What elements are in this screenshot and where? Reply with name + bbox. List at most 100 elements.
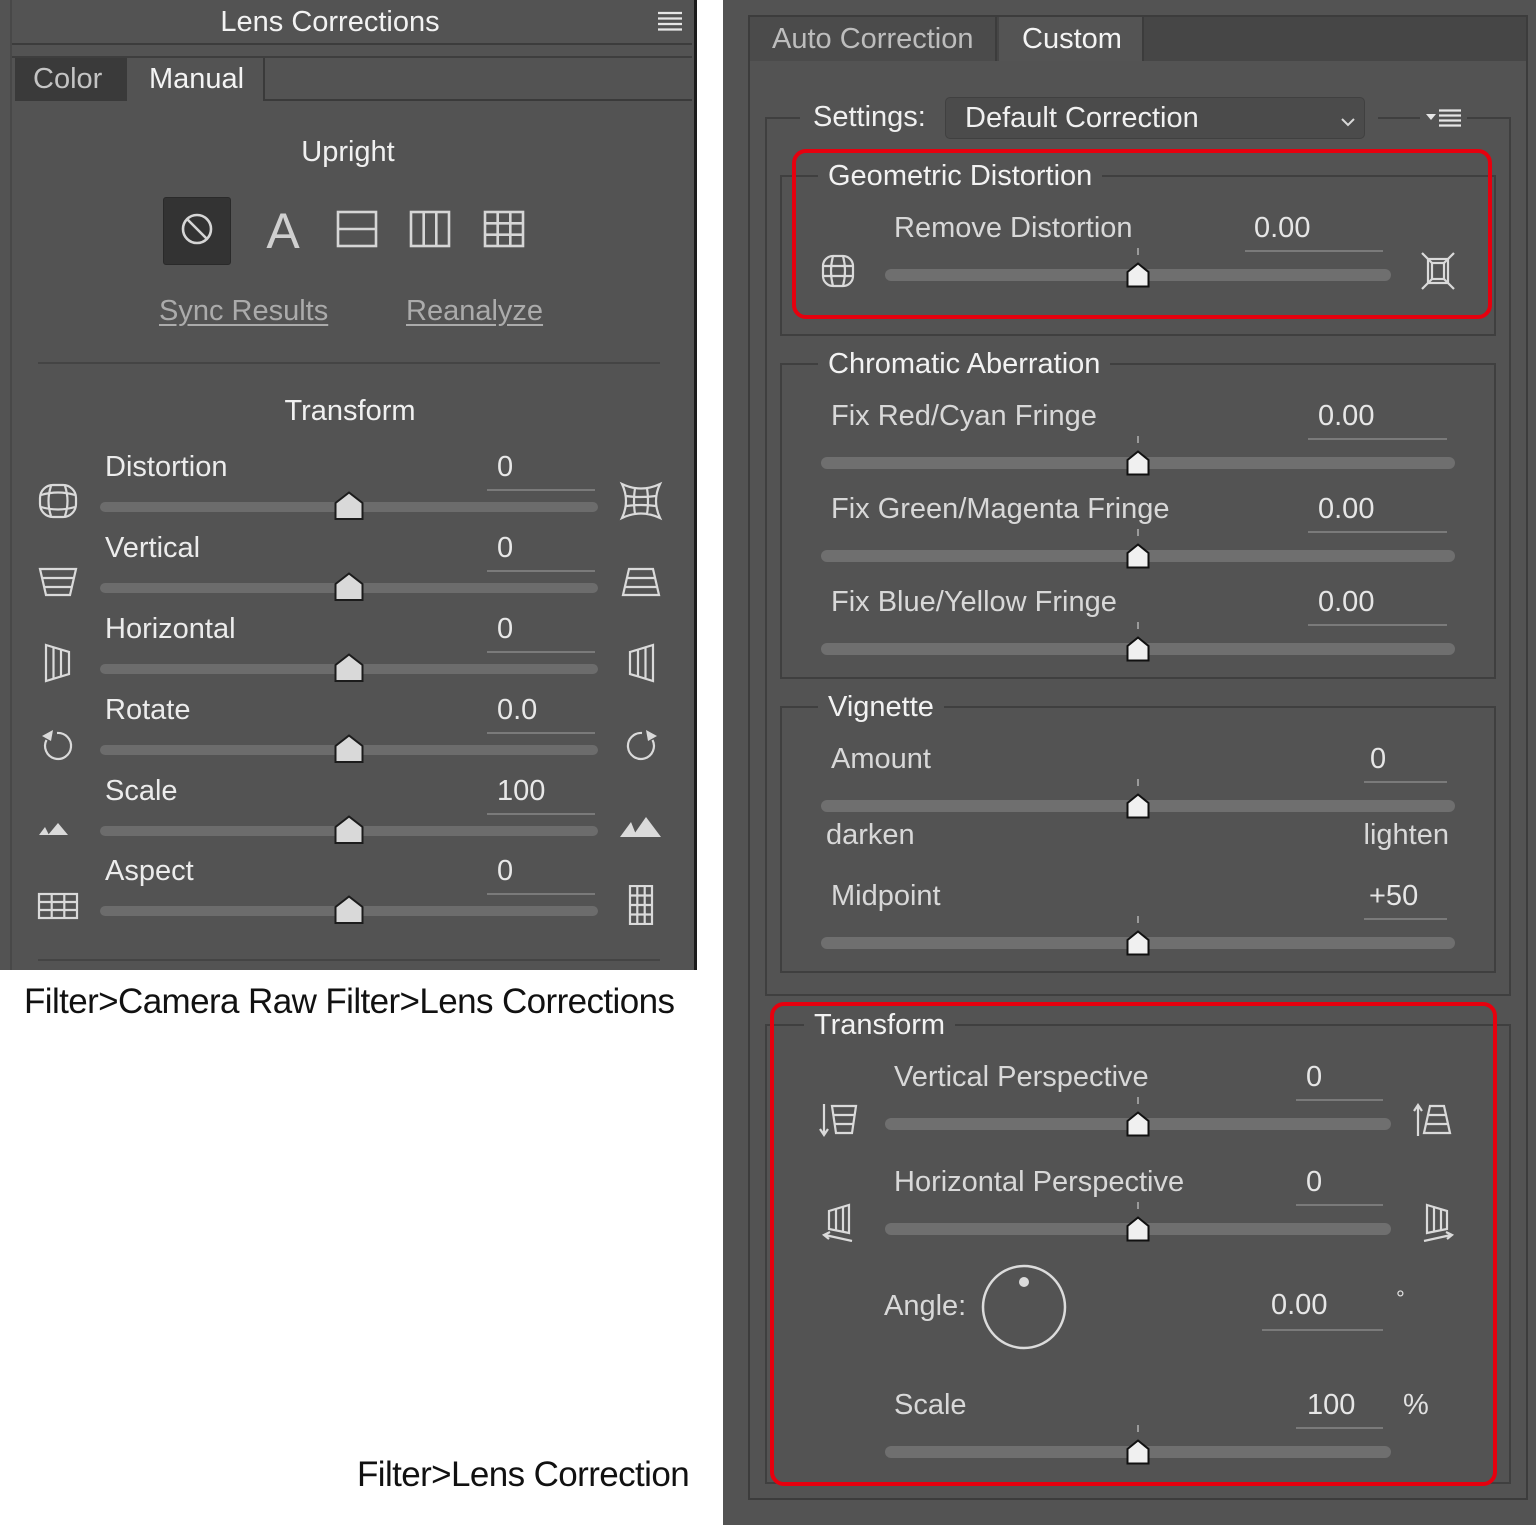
tab-color[interactable]: Color <box>15 58 127 101</box>
slider-row-distortion: Distortion 0 <box>0 450 697 531</box>
red-cyan-value-field[interactable]: 0.00 <box>1318 399 1374 433</box>
green-magenta-slider-thumb[interactable] <box>1126 529 1150 569</box>
horizontal-slider-track[interactable] <box>100 653 598 682</box>
slider-row-vignette-amount: Amount 0 <box>723 742 1536 822</box>
upright-auto-button[interactable]: A <box>249 197 317 265</box>
tab-custom[interactable]: Custom <box>999 17 1144 61</box>
settings-dropdown[interactable]: Default Correction <box>945 97 1365 139</box>
value-underline <box>487 489 595 491</box>
red-cyan-slider-track[interactable] <box>821 436 1455 476</box>
tab-auto-correction[interactable]: Auto Correction <box>750 17 997 61</box>
reanalyze-link[interactable]: Reanalyze <box>406 294 543 328</box>
panel-menu-icon[interactable] <box>656 10 684 32</box>
slider-row-green-magenta: Fix Green/Magenta Fringe 0.00 <box>723 492 1536 572</box>
vertical-perspective-out-icon <box>619 562 663 602</box>
upright-vertical-button[interactable] <box>396 197 464 265</box>
aspect-value-field[interactable]: 0 <box>497 854 513 888</box>
value-underline <box>487 651 595 653</box>
rotate-left-icon <box>36 724 80 764</box>
rotate-slider-thumb[interactable] <box>334 734 364 764</box>
camera-raw-caption: Filter>Camera Raw Filter>Lens Correction… <box>24 982 675 1021</box>
camera-raw-lens-corrections-panel: Lens Corrections Color Manual Upright A … <box>0 0 697 970</box>
panel-title: Lens Corrections <box>220 6 440 38</box>
value-underline <box>487 893 595 895</box>
slider-row-blue-yellow: Fix Blue/Yellow Fringe 0.00 <box>723 585 1536 665</box>
red-cyan-label: Fix Red/Cyan Fringe <box>831 400 1097 432</box>
header-divider <box>12 43 692 45</box>
value-underline <box>1308 531 1447 533</box>
blue-yellow-value-field[interactable]: 0.00 <box>1318 585 1374 619</box>
horizontal-value-field[interactable]: 0 <box>497 612 513 646</box>
sync-results-link[interactable]: Sync Results <box>159 294 328 328</box>
scale-small-icon <box>36 805 80 845</box>
rotate-label: Rotate <box>105 694 191 726</box>
value-underline <box>1308 438 1447 440</box>
scale-value-field[interactable]: 100 <box>497 774 545 808</box>
vignette-midpoint-label: Midpoint <box>831 880 941 912</box>
lens-correction-caption: Filter>Lens Correction <box>357 1455 690 1494</box>
chevron-down-icon <box>1340 114 1356 127</box>
vignette-amount-slider-track[interactable] <box>821 779 1455 819</box>
slider-row-aspect: Aspect 0 <box>0 854 697 935</box>
chromatic-aberration-heading: Chromatic Aberration <box>818 347 1111 381</box>
aspect-label: Aspect <box>105 855 194 887</box>
tab-strip-bottom-border <box>265 99 692 101</box>
vertical-slider-thumb[interactable] <box>334 572 364 602</box>
vignette-amount-value-field[interactable]: 0 <box>1370 742 1386 776</box>
distortion-slider-thumb[interactable] <box>334 491 364 521</box>
vignette-midpoint-slider-thumb[interactable] <box>1126 916 1150 956</box>
value-underline <box>1364 781 1447 783</box>
blue-yellow-label: Fix Blue/Yellow Fringe <box>831 586 1117 618</box>
vertical-value-field[interactable]: 0 <box>497 531 513 565</box>
value-underline <box>487 732 595 734</box>
aspect-wide-icon <box>36 885 80 925</box>
level-icon <box>335 209 379 254</box>
aspect-tall-icon <box>619 885 663 925</box>
tab-manual[interactable]: Manual <box>127 58 265 101</box>
upright-full-button[interactable] <box>470 197 538 265</box>
vignette-midpoint-slider-track[interactable] <box>821 916 1455 956</box>
distortion-value-field[interactable]: 0 <box>497 450 513 484</box>
upright-level-button[interactable] <box>323 197 391 265</box>
center-tick <box>1137 779 1139 786</box>
aspect-slider-thumb[interactable] <box>334 895 364 925</box>
transform-highlight <box>770 1002 1497 1486</box>
scale-slider-thumb[interactable] <box>334 815 364 845</box>
vertical-label: Vertical <box>105 532 201 564</box>
blue-yellow-slider-track[interactable] <box>821 622 1455 662</box>
rotate-slider-track[interactable] <box>100 734 598 763</box>
horizontal-perspective-right-icon <box>619 643 663 683</box>
settings-label: Settings: <box>813 101 926 133</box>
slider-row-horizontal: Horizontal 0 <box>0 612 697 693</box>
value-underline <box>487 813 595 815</box>
green-magenta-value-field[interactable]: 0.00 <box>1318 492 1374 526</box>
upright-heading: Upright <box>301 136 395 168</box>
scale-slider-track[interactable] <box>100 815 598 844</box>
slider-row-vertical: Vertical 0 <box>0 531 697 612</box>
letter-a-icon: A <box>266 203 300 259</box>
red-cyan-slider-thumb[interactable] <box>1126 436 1150 476</box>
slider-row-rotate: Rotate 0.0 <box>0 693 697 774</box>
center-tick <box>1137 916 1139 923</box>
settings-menu-icon[interactable] <box>1425 108 1463 128</box>
rotate-right-icon <box>619 724 663 764</box>
scale-label: Scale <box>105 775 178 807</box>
center-tick <box>1137 529 1139 536</box>
aspect-slider-track[interactable] <box>100 895 598 924</box>
upright-off-button[interactable] <box>163 197 231 265</box>
rotate-value-field[interactable]: 0.0 <box>497 693 537 727</box>
center-tick <box>1137 622 1139 629</box>
distortion-slider-track[interactable] <box>100 491 598 520</box>
vertical-slider-track[interactable] <box>100 572 598 601</box>
horizontal-slider-thumb[interactable] <box>334 653 364 683</box>
scale-large-icon <box>619 805 663 845</box>
green-magenta-slider-track[interactable] <box>821 529 1455 569</box>
blue-yellow-slider-thumb[interactable] <box>1126 622 1150 662</box>
slider-row-vignette-midpoint: Midpoint +50 <box>723 879 1536 959</box>
darken-label: darken <box>826 819 915 851</box>
value-underline <box>1308 624 1447 626</box>
horizontal-label: Horizontal <box>105 613 236 645</box>
vignette-midpoint-value-field[interactable]: +50 <box>1369 879 1418 913</box>
vignette-amount-slider-thumb[interactable] <box>1126 779 1150 819</box>
pincushion-distortion-icon <box>619 481 663 521</box>
